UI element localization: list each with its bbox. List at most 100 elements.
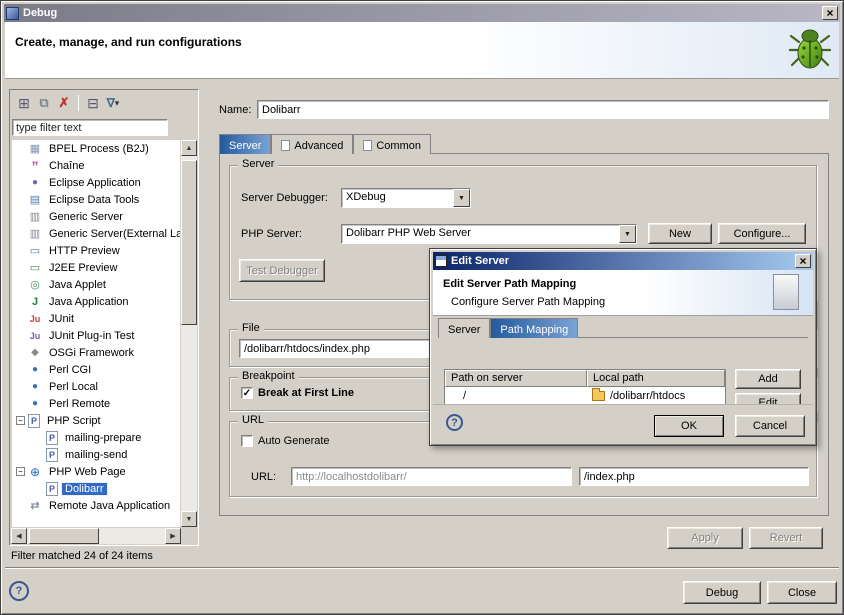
vertical-scroll-thumb[interactable] bbox=[181, 160, 197, 325]
dialog-titlebar[interactable]: Edit Server × bbox=[433, 252, 813, 270]
combo-arrow-icon[interactable]: ▼ bbox=[453, 189, 470, 207]
scroll-left-button[interactable]: ◀ bbox=[11, 528, 27, 544]
tree-vertical-scrollbar[interactable]: ▲ ▼ bbox=[181, 140, 197, 527]
tree-item-http-preview[interactable]: ▭HTTP Preview bbox=[12, 242, 180, 259]
tree-item-perl-local[interactable]: ●Perl Local bbox=[12, 378, 180, 395]
break-first-line-checkbox[interactable]: ✓ Break at First Line bbox=[241, 387, 354, 399]
tree-item-java-application[interactable]: JJava Application bbox=[12, 293, 180, 310]
column-header-path-on-server[interactable]: Path on server bbox=[445, 370, 587, 387]
dialog-header: Edit Server Path Mapping Configure Serve… bbox=[433, 270, 813, 316]
delete-configuration-button[interactable]: ✗ bbox=[54, 93, 74, 113]
debug-configurations-window: Debug × Create, manage, and run configur… bbox=[0, 0, 844, 615]
tree-item-junit[interactable]: JuJUnit bbox=[12, 310, 180, 327]
dialog-help-button[interactable]: ? bbox=[446, 414, 463, 431]
type-filter-input[interactable] bbox=[12, 119, 168, 136]
php-server-value: Dolibarr PHP Web Server bbox=[342, 225, 619, 243]
cancel-button[interactable]: Cancel bbox=[735, 415, 805, 437]
tree-item-bpel-process-b2j[interactable]: ▦ BPEL Process (B2J) bbox=[12, 140, 180, 157]
tree-item-remote-java-application[interactable]: ⇄Remote Java Application bbox=[12, 497, 180, 514]
php-script-icon: P bbox=[28, 414, 40, 428]
tab-common[interactable]: Common bbox=[353, 134, 431, 154]
tree-item-generic-server-external-la[interactable]: ▥Generic Server(External La bbox=[12, 225, 180, 242]
php-server-combo[interactable]: Dolibarr PHP Web Server ▼ bbox=[341, 224, 637, 244]
new-server-button[interactable]: New bbox=[648, 223, 712, 244]
url-path-input[interactable] bbox=[579, 467, 809, 486]
tree-item-eclipse-data-tools[interactable]: ▤Eclipse Data Tools bbox=[12, 191, 180, 208]
tree-item-java-applet[interactable]: ◎Java Applet bbox=[12, 276, 180, 293]
column-header-local-path[interactable]: Local path bbox=[587, 370, 725, 387]
dialog-tab-server-label: Server bbox=[448, 324, 480, 336]
window-title: Debug bbox=[23, 7, 822, 19]
tree-item-generic-server[interactable]: ▥Generic Server bbox=[12, 208, 180, 225]
tree-item-cha-ne[interactable]: ” Chaîne bbox=[12, 157, 180, 174]
tab-path-mapping[interactable]: Path Mapping bbox=[490, 318, 578, 338]
titlebar[interactable]: Debug × bbox=[4, 4, 840, 22]
tree-item-osgi-framework[interactable]: ◆OSGi Framework bbox=[12, 344, 180, 361]
tree-item-mailing-send[interactable]: Pmailing-send bbox=[12, 446, 180, 463]
close-window-button[interactable]: × bbox=[822, 6, 838, 20]
tree-item-label: JUnit Plug-in Test bbox=[46, 330, 137, 342]
tree-item-label: Perl Remote bbox=[46, 398, 113, 410]
tree-item-junit-plug-in-test[interactable]: JuJUnit Plug-in Test bbox=[12, 327, 180, 344]
add-mapping-button[interactable]: Add bbox=[735, 369, 801, 389]
tab-server[interactable]: Server bbox=[219, 134, 271, 154]
tree-item-mailing-prepare[interactable]: Pmailing-prepare bbox=[12, 429, 180, 446]
tree-item-perl-remote[interactable]: ●Perl Remote bbox=[12, 395, 180, 412]
dialog-close-button[interactable]: × bbox=[795, 254, 811, 268]
url-group-label: URL bbox=[238, 414, 268, 426]
config-tree: ▦ BPEL Process (B2J) ” Chaîne ●Eclipse Appli… bbox=[12, 140, 180, 527]
tab-advanced-label: Advanced bbox=[294, 140, 343, 152]
j2ee-preview-icon: ▭ bbox=[28, 261, 42, 275]
table-row[interactable]: / /dolibarr/htdocs bbox=[445, 387, 725, 404]
tree-item-label: HTTP Preview bbox=[46, 245, 123, 257]
ok-button[interactable]: OK bbox=[654, 415, 724, 437]
perl-icon: ● bbox=[28, 363, 42, 377]
name-input[interactable] bbox=[257, 100, 829, 119]
tab-advanced[interactable]: Advanced bbox=[271, 134, 353, 154]
server-debugger-combo[interactable]: XDebug ▼ bbox=[341, 188, 471, 208]
dialog-window-icon bbox=[435, 255, 447, 267]
tree-item-j2ee-preview[interactable]: ▭ J2EE Preview bbox=[12, 259, 180, 276]
help-button[interactable]: ? bbox=[9, 581, 29, 601]
debug-button[interactable]: Debug bbox=[683, 581, 761, 604]
tree-item-label: J2EE Preview bbox=[46, 262, 120, 274]
string-icon: ” bbox=[28, 159, 42, 173]
tree-item-php-script[interactable]: −PPHP Script bbox=[12, 412, 180, 429]
tree-item-dolibarr[interactable]: PDolibarr bbox=[12, 480, 180, 497]
check-icon: ✓ bbox=[243, 388, 251, 399]
php-file-icon: P bbox=[46, 482, 58, 496]
tree-item-php-web-page[interactable]: −⊕PHP Web Page bbox=[12, 463, 180, 480]
combo-arrow-icon[interactable]: ▼ bbox=[619, 225, 636, 243]
configure-server-button[interactable]: Configure... bbox=[718, 223, 806, 244]
close-button[interactable]: Close bbox=[767, 581, 837, 604]
expander-minus-icon[interactable]: − bbox=[16, 416, 25, 425]
expander-minus-icon[interactable]: − bbox=[16, 467, 25, 476]
scroll-down-icon: ▼ bbox=[186, 516, 193, 523]
tree-item-label: Generic Server bbox=[46, 211, 126, 223]
collapse-all-button[interactable]: ⊟ bbox=[83, 93, 103, 113]
tree-horizontal-scrollbar[interactable]: ◀ ▶ bbox=[11, 528, 181, 544]
horizontal-scroll-thumb[interactable] bbox=[29, 528, 99, 544]
local-path-value: /dolibarr/htdocs bbox=[610, 390, 685, 402]
tree-item-label: BPEL Process (B2J) bbox=[46, 143, 152, 155]
tree-item-eclipse-application[interactable]: ●Eclipse Application bbox=[12, 174, 180, 191]
url-base-input bbox=[291, 467, 572, 486]
close-icon: × bbox=[826, 7, 833, 19]
duplicate-configuration-button[interactable]: ⧉ bbox=[34, 93, 54, 113]
dialog-tab-path-mapping-label: Path Mapping bbox=[500, 324, 568, 336]
auto-generate-checkbox[interactable]: ✓ Auto Generate bbox=[241, 435, 330, 447]
tree-item-perl-cgi[interactable]: ●Perl CGI bbox=[12, 361, 180, 378]
scroll-down-button[interactable]: ▼ bbox=[181, 511, 197, 527]
tree-item-label: Chaîne bbox=[46, 160, 87, 172]
scroll-right-button[interactable]: ▶ bbox=[165, 528, 181, 544]
php-server-label: PHP Server: bbox=[241, 228, 302, 240]
new-configuration-button[interactable]: ⊞ bbox=[14, 93, 34, 113]
filter-menu-button[interactable]: ∇▾ bbox=[103, 93, 123, 113]
tab-server-settings[interactable]: Server bbox=[438, 318, 490, 338]
scroll-up-button[interactable]: ▲ bbox=[181, 140, 197, 156]
tree-item-label: JUnit bbox=[46, 313, 77, 325]
filter-status-text: Filter matched 24 of 24 items bbox=[11, 550, 153, 562]
bpel-process-icon: ▦ bbox=[28, 142, 42, 156]
scroll-right-icon: ▶ bbox=[170, 532, 175, 540]
url-label: URL: bbox=[251, 471, 276, 483]
